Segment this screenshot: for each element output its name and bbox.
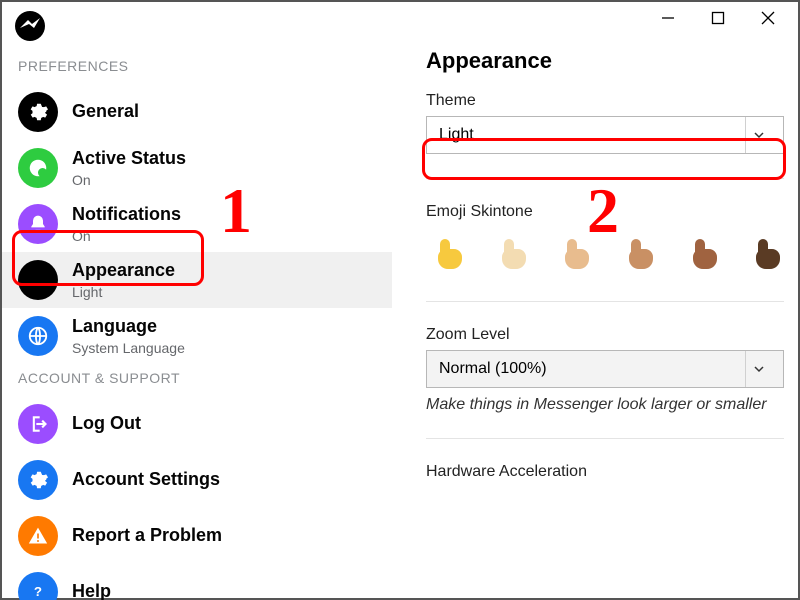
theme-select[interactable]: Light <box>426 116 784 154</box>
logout-icon <box>18 404 58 444</box>
maximize-button[interactable] <box>702 6 734 30</box>
settings-gear-icon <box>18 460 58 500</box>
globe-icon <box>18 316 58 356</box>
sidebar-item-subtitle: On <box>72 228 181 244</box>
sidebar-item-language[interactable]: Language System Language <box>2 308 392 364</box>
gear-icon <box>18 92 58 132</box>
bell-icon <box>18 204 58 244</box>
zoom-level-hint: Make things in Messenger look larger or … <box>426 396 784 414</box>
sidebar-item-help[interactable]: ? Help <box>2 564 392 600</box>
alert-icon <box>18 516 58 556</box>
window-controls <box>638 2 798 34</box>
sidebar-item-label: Active Status <box>72 148 186 170</box>
zoom-level-value: Normal (100%) <box>439 360 547 378</box>
skintone-option-dark[interactable] <box>750 239 784 273</box>
skintone-option-medium-light[interactable] <box>559 239 593 273</box>
chevron-down-icon <box>745 351 771 387</box>
sidebar-item-notifications[interactable]: Notifications On <box>2 196 392 252</box>
sidebar-item-label: Language <box>72 316 185 338</box>
sidebar-item-subtitle: On <box>72 172 186 188</box>
skintone-option-light[interactable] <box>496 239 530 273</box>
emoji-skintone-label: Emoji Skintone <box>426 203 784 221</box>
section-account-support: ACCOUNT & SUPPORT <box>2 364 392 396</box>
sidebar-item-label: General <box>72 101 139 123</box>
sidebar: PREFERENCES General Active Status On Not… <box>2 2 392 598</box>
appearance-pane: Appearance Theme Light Emoji Skintone Zo… <box>392 2 798 598</box>
divider <box>426 301 784 302</box>
sidebar-item-logout[interactable]: Log Out <box>2 396 392 452</box>
moon-icon <box>18 260 58 300</box>
sidebar-item-label: Appearance <box>72 260 175 282</box>
skintone-option-medium-dark[interactable] <box>687 239 721 273</box>
zoom-level-select[interactable]: Normal (100%) <box>426 350 784 388</box>
theme-label: Theme <box>426 92 784 110</box>
sidebar-item-label: Help <box>72 581 111 600</box>
hardware-acceleration-label: Hardware Acceleration <box>426 463 784 481</box>
divider <box>426 438 784 439</box>
sidebar-item-label: Report a Problem <box>72 525 222 547</box>
minimize-button[interactable] <box>652 6 684 30</box>
sidebar-item-subtitle: Light <box>72 284 175 300</box>
sidebar-item-subtitle: System Language <box>72 340 185 356</box>
section-preferences: PREFERENCES <box>2 52 392 84</box>
divider <box>426 178 784 179</box>
skintone-option-medium[interactable] <box>623 239 657 273</box>
sidebar-item-label: Log Out <box>72 413 141 435</box>
sidebar-item-general[interactable]: General <box>2 84 392 140</box>
chevron-down-icon <box>745 117 771 153</box>
help-icon: ? <box>18 572 58 600</box>
theme-select-value: Light <box>439 126 474 144</box>
sidebar-item-report-problem[interactable]: Report a Problem <box>2 508 392 564</box>
messenger-icon <box>14 10 46 42</box>
sidebar-item-active-status[interactable]: Active Status On <box>2 140 392 196</box>
sidebar-item-account-settings[interactable]: Account Settings <box>2 452 392 508</box>
skintone-option-default[interactable] <box>432 239 466 273</box>
page-title: Appearance <box>426 48 784 74</box>
svg-text:?: ? <box>34 584 42 599</box>
emoji-skintone-options <box>426 227 784 277</box>
active-status-icon <box>18 148 58 188</box>
sidebar-item-label: Notifications <box>72 204 181 226</box>
settings-window: PREFERENCES General Active Status On Not… <box>0 0 800 600</box>
close-button[interactable] <box>752 6 784 30</box>
zoom-level-label: Zoom Level <box>426 326 784 344</box>
sidebar-item-appearance[interactable]: Appearance Light <box>2 252 392 308</box>
sidebar-item-label: Account Settings <box>72 469 220 491</box>
